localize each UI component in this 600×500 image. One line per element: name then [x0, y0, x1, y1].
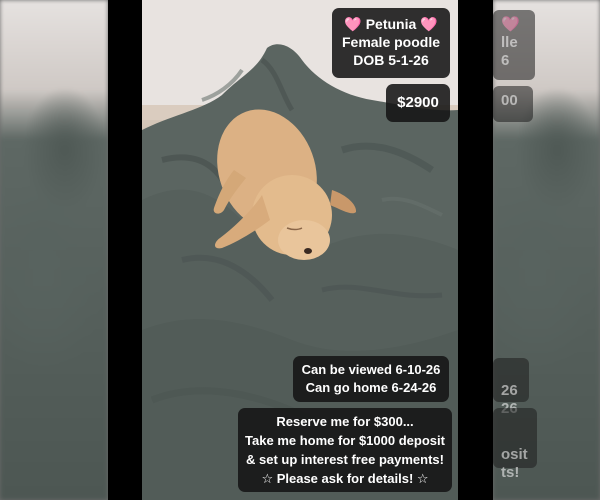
ghost-name-tail: lle: [501, 34, 518, 51]
caption-reserve-info: Reserve me for $300... Take me home for …: [238, 408, 452, 492]
letterbox-bar-left: [108, 0, 142, 500]
ghost-caption-name: 🩷 lle 6: [493, 10, 535, 80]
ghost-dob-tail: 6: [501, 52, 510, 69]
letterbox-bar-right: [458, 0, 493, 500]
caption-viewing-dates: Can be viewed 6-10-26 Can go home 6-24-2…: [293, 356, 449, 402]
caption-price: $2900: [386, 84, 450, 122]
caption-puppy-name: 🩷 Petunia 🩷 Female poodle DOB 5-1-26: [332, 8, 450, 78]
ghost-caption-viewed: 26 26: [493, 358, 529, 417]
ghost-heart: 🩷: [501, 16, 520, 33]
ghost-price-tail: 00: [501, 92, 518, 109]
ghost-caption-reserve: osit ts!: [493, 408, 537, 481]
blurred-side-panel-left: [0, 0, 108, 500]
ghost-caption-price: 00: [493, 86, 533, 122]
